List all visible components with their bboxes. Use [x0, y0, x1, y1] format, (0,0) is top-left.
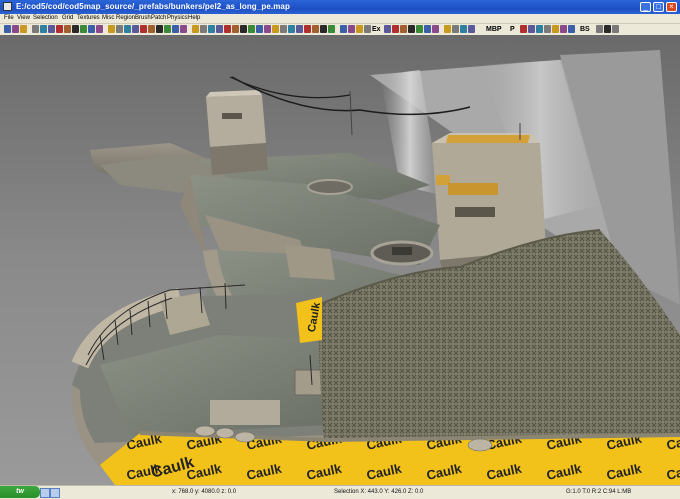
lock-icon[interactable]: [416, 25, 423, 33]
app-icon: [3, 2, 12, 11]
csg-hollow-icon[interactable]: [108, 25, 115, 33]
save-icon[interactable]: [468, 25, 475, 33]
toolbar-misc-icon[interactable]: [560, 25, 567, 33]
brush-icon[interactable]: [400, 25, 407, 33]
menu-patch[interactable]: Patch: [151, 14, 166, 23]
new-file-icon[interactable]: [452, 25, 459, 33]
menu-region[interactable]: Region: [116, 14, 135, 23]
flip-z-icon[interactable]: [48, 25, 55, 33]
entity-icon[interactable]: [392, 25, 399, 33]
title-bar[interactable]: E:/cod5/cod/cod5map_source/_prefabs/bunk…: [0, 0, 680, 14]
new-file-icon[interactable]: [4, 25, 11, 33]
cursor-coordinates: x: 768.0 y: 4080.0 z: 0.0: [172, 489, 237, 495]
rotate-y-icon[interactable]: [280, 25, 287, 33]
grid-icon[interactable]: [424, 25, 431, 33]
tray-icon[interactable]: [50, 488, 60, 498]
patch-icon[interactable]: [180, 25, 187, 33]
window-title: E:/cod5/cod/cod5map_source/_prefabs/bunk…: [16, 2, 290, 11]
new-file-icon[interactable]: [224, 25, 231, 33]
select-touching-icon[interactable]: [312, 25, 319, 33]
entity-icon[interactable]: [164, 25, 171, 33]
menu-selection[interactable]: Selection: [33, 14, 58, 23]
toolbar-misc-icon[interactable]: [528, 25, 535, 33]
save-icon[interactable]: [240, 25, 247, 33]
rotate-x-icon[interactable]: [272, 25, 279, 33]
save-icon[interactable]: [20, 25, 27, 33]
toolbar-misc-icon[interactable]: [536, 25, 543, 33]
toolbar-misc-icon[interactable]: [612, 25, 619, 33]
select-touching-icon[interactable]: [96, 25, 103, 33]
view-icon[interactable]: [384, 25, 391, 33]
csg-subtract-icon[interactable]: [328, 25, 335, 33]
map-render: Caulk Caulk: [0, 35, 680, 485]
toolbar-p-button[interactable]: P: [510, 24, 515, 35]
menu-grid[interactable]: Grid: [62, 14, 73, 23]
light-icon[interactable]: [208, 25, 215, 33]
rotate-x-icon[interactable]: [56, 25, 63, 33]
flip-y-icon[interactable]: [40, 25, 47, 33]
camera-viewport[interactable]: Caulk Caulk: [0, 35, 680, 485]
toolbar-misc-icon[interactable]: [604, 25, 611, 33]
toolbar-mbp-button[interactable]: MBP: [486, 24, 502, 35]
selection-size: Selection X: 443.0 Y: 426.0 Z: 0.0: [334, 489, 424, 495]
rotate-y-icon[interactable]: [64, 25, 71, 33]
toolbar-misc-icon[interactable]: [544, 25, 551, 33]
toolbar-misc-icon[interactable]: [568, 25, 575, 33]
flip-x-icon[interactable]: [32, 25, 39, 33]
brush-icon[interactable]: [172, 25, 179, 33]
model-icon[interactable]: [444, 25, 451, 33]
toolbar-misc-icon[interactable]: [520, 25, 527, 33]
rotate-z-icon[interactable]: [288, 25, 295, 33]
patch-icon[interactable]: [408, 25, 415, 33]
toolbar-misc-icon[interactable]: [552, 25, 559, 33]
open-icon[interactable]: [12, 25, 19, 33]
camera-icon[interactable]: [364, 25, 371, 33]
tray-icon[interactable]: [40, 488, 50, 498]
model-icon[interactable]: [216, 25, 223, 33]
toolbar-bs-button[interactable]: BS: [580, 24, 590, 35]
light-icon[interactable]: [432, 25, 439, 33]
flip-y-icon[interactable]: [256, 25, 263, 33]
select-complete-icon[interactable]: [296, 25, 303, 33]
csg-merge-icon[interactable]: [124, 25, 131, 33]
menu-physics[interactable]: Physics: [167, 14, 188, 23]
select-inside-icon[interactable]: [304, 25, 311, 33]
menu-help[interactable]: Help: [188, 14, 200, 23]
view-icon[interactable]: [156, 25, 163, 33]
camera-icon[interactable]: [148, 25, 155, 33]
status-bar: x: 768.0 y: 4080.0 z: 0.0 Selection X: 4…: [0, 485, 680, 499]
toolbar-ex-button[interactable]: Ex: [372, 24, 381, 35]
menu-textures[interactable]: Textures: [77, 14, 100, 23]
rotate-z-icon[interactable]: [72, 25, 79, 33]
flip-z-icon[interactable]: [264, 25, 271, 33]
menu-bar: File View Selection Grid Textures Misc R…: [0, 14, 680, 24]
menu-misc[interactable]: Misc: [102, 14, 114, 23]
select-inside-icon[interactable]: [88, 25, 95, 33]
menu-view[interactable]: View: [17, 14, 30, 23]
clipper-icon[interactable]: [348, 25, 355, 33]
grid-status: G:1.0 T:0 R:2 C:94 L:MB: [566, 489, 632, 495]
csg-hollow-icon[interactable]: [320, 25, 327, 33]
open-icon[interactable]: [232, 25, 239, 33]
minimize-button[interactable]: _: [640, 2, 651, 12]
start-button[interactable]: tw: [0, 486, 40, 498]
close-button[interactable]: ×: [666, 2, 677, 12]
menu-brush[interactable]: Brush: [135, 14, 151, 23]
open-icon[interactable]: [460, 25, 467, 33]
texture-lock-icon[interactable]: [140, 25, 147, 33]
maximize-button[interactable]: □: [653, 2, 664, 12]
clipper-icon[interactable]: [132, 25, 139, 33]
select-complete-icon[interactable]: [80, 25, 87, 33]
texture-lock-icon[interactable]: [356, 25, 363, 33]
toolbar-misc-icon[interactable]: [596, 25, 603, 33]
menu-file[interactable]: File: [4, 14, 14, 23]
csg-merge-icon[interactable]: [340, 25, 347, 33]
lock-icon[interactable]: [192, 25, 199, 33]
flip-x-icon[interactable]: [248, 25, 255, 33]
grid-icon[interactable]: [200, 25, 207, 33]
csg-subtract-icon[interactable]: [116, 25, 123, 33]
